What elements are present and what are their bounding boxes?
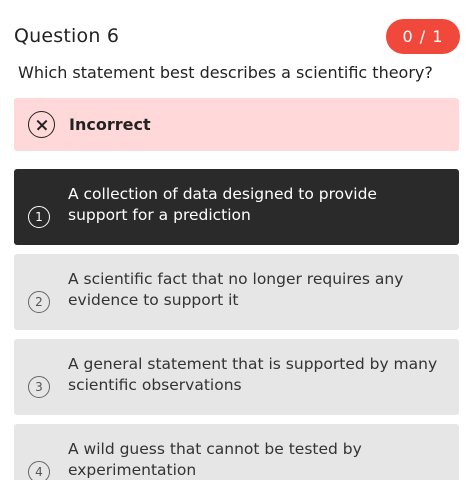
- option-number-badge: 4: [28, 461, 50, 480]
- question-text: Which statement best describes a scienti…: [18, 63, 433, 82]
- option-text: A scientific fact that no longer require…: [68, 270, 404, 309]
- feedback-label: Incorrect: [69, 115, 151, 134]
- option-number-badge: 3: [28, 376, 50, 398]
- answer-option-1[interactable]: 1 A collection of data designed to provi…: [14, 169, 459, 245]
- option-text: A collection of data designed to provide…: [68, 185, 377, 224]
- option-number-badge: 1: [28, 206, 50, 228]
- question-header: Question 6 0 / 1: [14, 18, 460, 54]
- answer-option-3[interactable]: 3 A general statement that is supported …: [14, 339, 459, 415]
- option-text: A wild guess that cannot be tested by ex…: [68, 440, 362, 479]
- score-badge: 0 / 1: [386, 18, 460, 54]
- question-title: Question 6: [14, 25, 120, 47]
- answer-option-4[interactable]: 4 A wild guess that cannot be tested by …: [14, 424, 459, 480]
- answer-option-2[interactable]: 2 A scientific fact that no longer requi…: [14, 254, 459, 330]
- option-text: A general statement that is supported by…: [68, 355, 438, 394]
- feedback-banner: Incorrect: [14, 98, 459, 151]
- quiz-page: Question 6 0 / 1 Which statement best de…: [0, 0, 474, 480]
- x-circle-icon: [28, 111, 55, 138]
- option-number-badge: 2: [28, 291, 50, 313]
